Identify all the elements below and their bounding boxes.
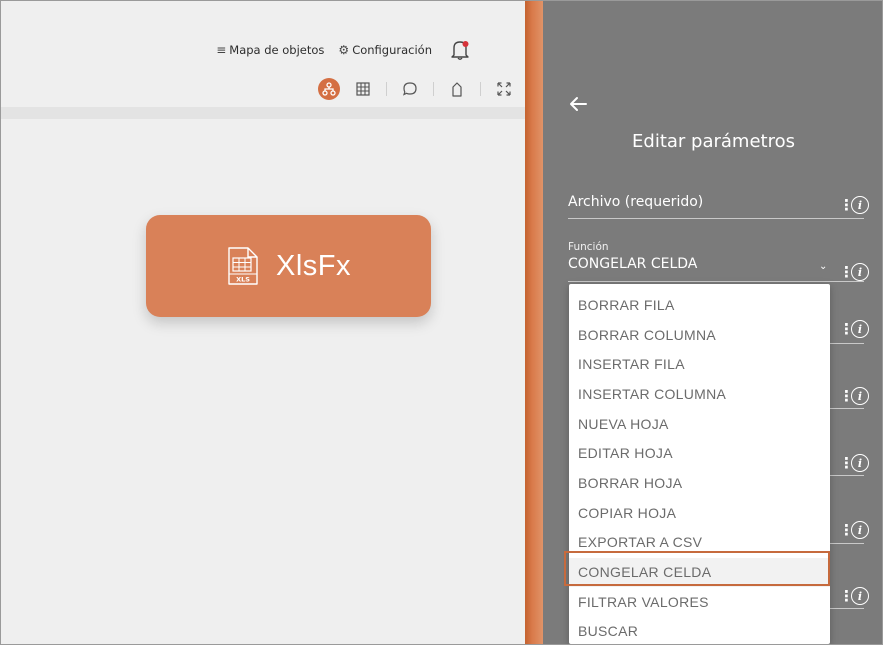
bell-icon: [451, 41, 469, 60]
xls-file-icon: XLS: [228, 247, 258, 285]
info-icon[interactable]: i: [851, 263, 869, 281]
info-icon[interactable]: i: [851, 387, 869, 405]
tag-icon: [452, 82, 462, 97]
flow-icon: [322, 82, 336, 96]
more-options-icon[interactable]: ⋮: [839, 522, 854, 538]
toolbar-divider: [480, 82, 481, 96]
dropdown-option[interactable]: COPIAR HOJA: [569, 499, 830, 528]
tag-button[interactable]: [446, 78, 468, 100]
object-map-link[interactable]: ≡ Mapa de objetos: [216, 43, 324, 57]
dropdown-option[interactable]: BORRAR FILA: [569, 291, 830, 320]
canvas-toolbar: [318, 78, 515, 100]
dropdown-option[interactable]: INSERTAR COLUMNA: [569, 380, 830, 409]
flow-view-button[interactable]: [318, 78, 340, 100]
dropdown-option[interactable]: INSERTAR FILA: [569, 350, 830, 379]
dropdown-option[interactable]: NUEVA HOJA: [569, 410, 830, 439]
back-arrow-icon: [570, 97, 587, 111]
dropdown-option[interactable]: EXPORTAR A CSV: [569, 528, 830, 557]
info-icon[interactable]: i: [851, 196, 869, 214]
fullscreen-icon: [497, 82, 511, 96]
dropdown-option[interactable]: BUSCAR: [569, 617, 830, 644]
dropdown-option[interactable]: EDITAR HOJA: [569, 439, 830, 468]
info-icon[interactable]: i: [851, 521, 869, 539]
grid-icon: [356, 82, 370, 96]
comments-button[interactable]: [399, 78, 421, 100]
field-actions: ⋮ i: [839, 521, 869, 539]
field-underline: [830, 475, 864, 476]
gear-icon: ⚙: [338, 43, 350, 57]
info-icon[interactable]: i: [851, 320, 869, 338]
field-actions: ⋮ i: [839, 387, 869, 405]
more-options-icon[interactable]: ⋮: [839, 321, 854, 337]
chevron-down-icon[interactable]: ⌄: [819, 261, 827, 272]
toolbar-divider: [386, 82, 387, 96]
grid-view-button[interactable]: [352, 78, 374, 100]
dropdown-option[interactable]: BORRAR HOJA: [569, 469, 830, 498]
xlsfx-node[interactable]: XLS XlsFx: [146, 215, 431, 317]
field-actions: ⋮ i: [839, 587, 869, 605]
app-window: ≡ Mapa de objetos ⚙ Configuración XLS Xl…: [0, 0, 883, 645]
node-title: XlsFx: [276, 249, 351, 282]
object-map-label: Mapa de objetos: [229, 43, 325, 57]
field-actions: ⋮ i: [839, 454, 869, 472]
dropdown-option[interactable]: BORRAR COLUMNA: [569, 321, 830, 350]
field-underline: [830, 343, 864, 344]
canvas-area: ≡ Mapa de objetos ⚙ Configuración XLS Xl…: [1, 1, 525, 644]
dropdown-option[interactable]: FILTRAR VALORES: [569, 588, 830, 617]
more-options-icon[interactable]: ⋮: [839, 197, 854, 213]
comment-icon: [403, 82, 417, 96]
file-field-label: Archivo (requerido): [568, 194, 704, 210]
xls-file-icon-label: XLS: [236, 276, 250, 284]
field-underline: [830, 408, 864, 409]
info-icon[interactable]: i: [851, 454, 869, 472]
toolbar-divider: [433, 82, 434, 96]
field-underline: [830, 608, 864, 609]
info-icon[interactable]: i: [851, 587, 869, 605]
field-underline: [830, 543, 864, 544]
top-navigation: ≡ Mapa de objetos ⚙ Configuración: [216, 43, 432, 57]
settings-label: Configuración: [352, 43, 432, 57]
panel-title: Editar parámetros: [632, 131, 795, 152]
notifications-button[interactable]: [450, 39, 470, 61]
back-button[interactable]: [569, 93, 587, 117]
menu-icon: ≡: [216, 43, 227, 57]
more-options-icon[interactable]: ⋮: [839, 455, 854, 471]
file-field-actions: ⋮ i: [839, 196, 869, 214]
fullscreen-button[interactable]: [493, 78, 515, 100]
dropdown-option-selected[interactable]: CONGELAR CELDA: [569, 558, 830, 587]
canvas-header-strip: [1, 107, 525, 119]
function-dropdown-list: BORRAR FILA BORRAR COLUMNA INSERTAR FILA…: [569, 284, 830, 644]
function-field-actions: ⋮ i: [839, 263, 869, 281]
more-options-icon[interactable]: ⋮: [839, 264, 854, 280]
function-label: Función: [568, 241, 609, 253]
field-actions: ⋮ i: [839, 320, 869, 338]
more-options-icon[interactable]: ⋮: [839, 388, 854, 404]
panel-resize-handle[interactable]: [525, 1, 543, 644]
file-field[interactable]: Archivo (requerido): [568, 194, 864, 219]
more-options-icon[interactable]: ⋮: [839, 588, 854, 604]
settings-link[interactable]: ⚙ Configuración: [338, 43, 432, 57]
